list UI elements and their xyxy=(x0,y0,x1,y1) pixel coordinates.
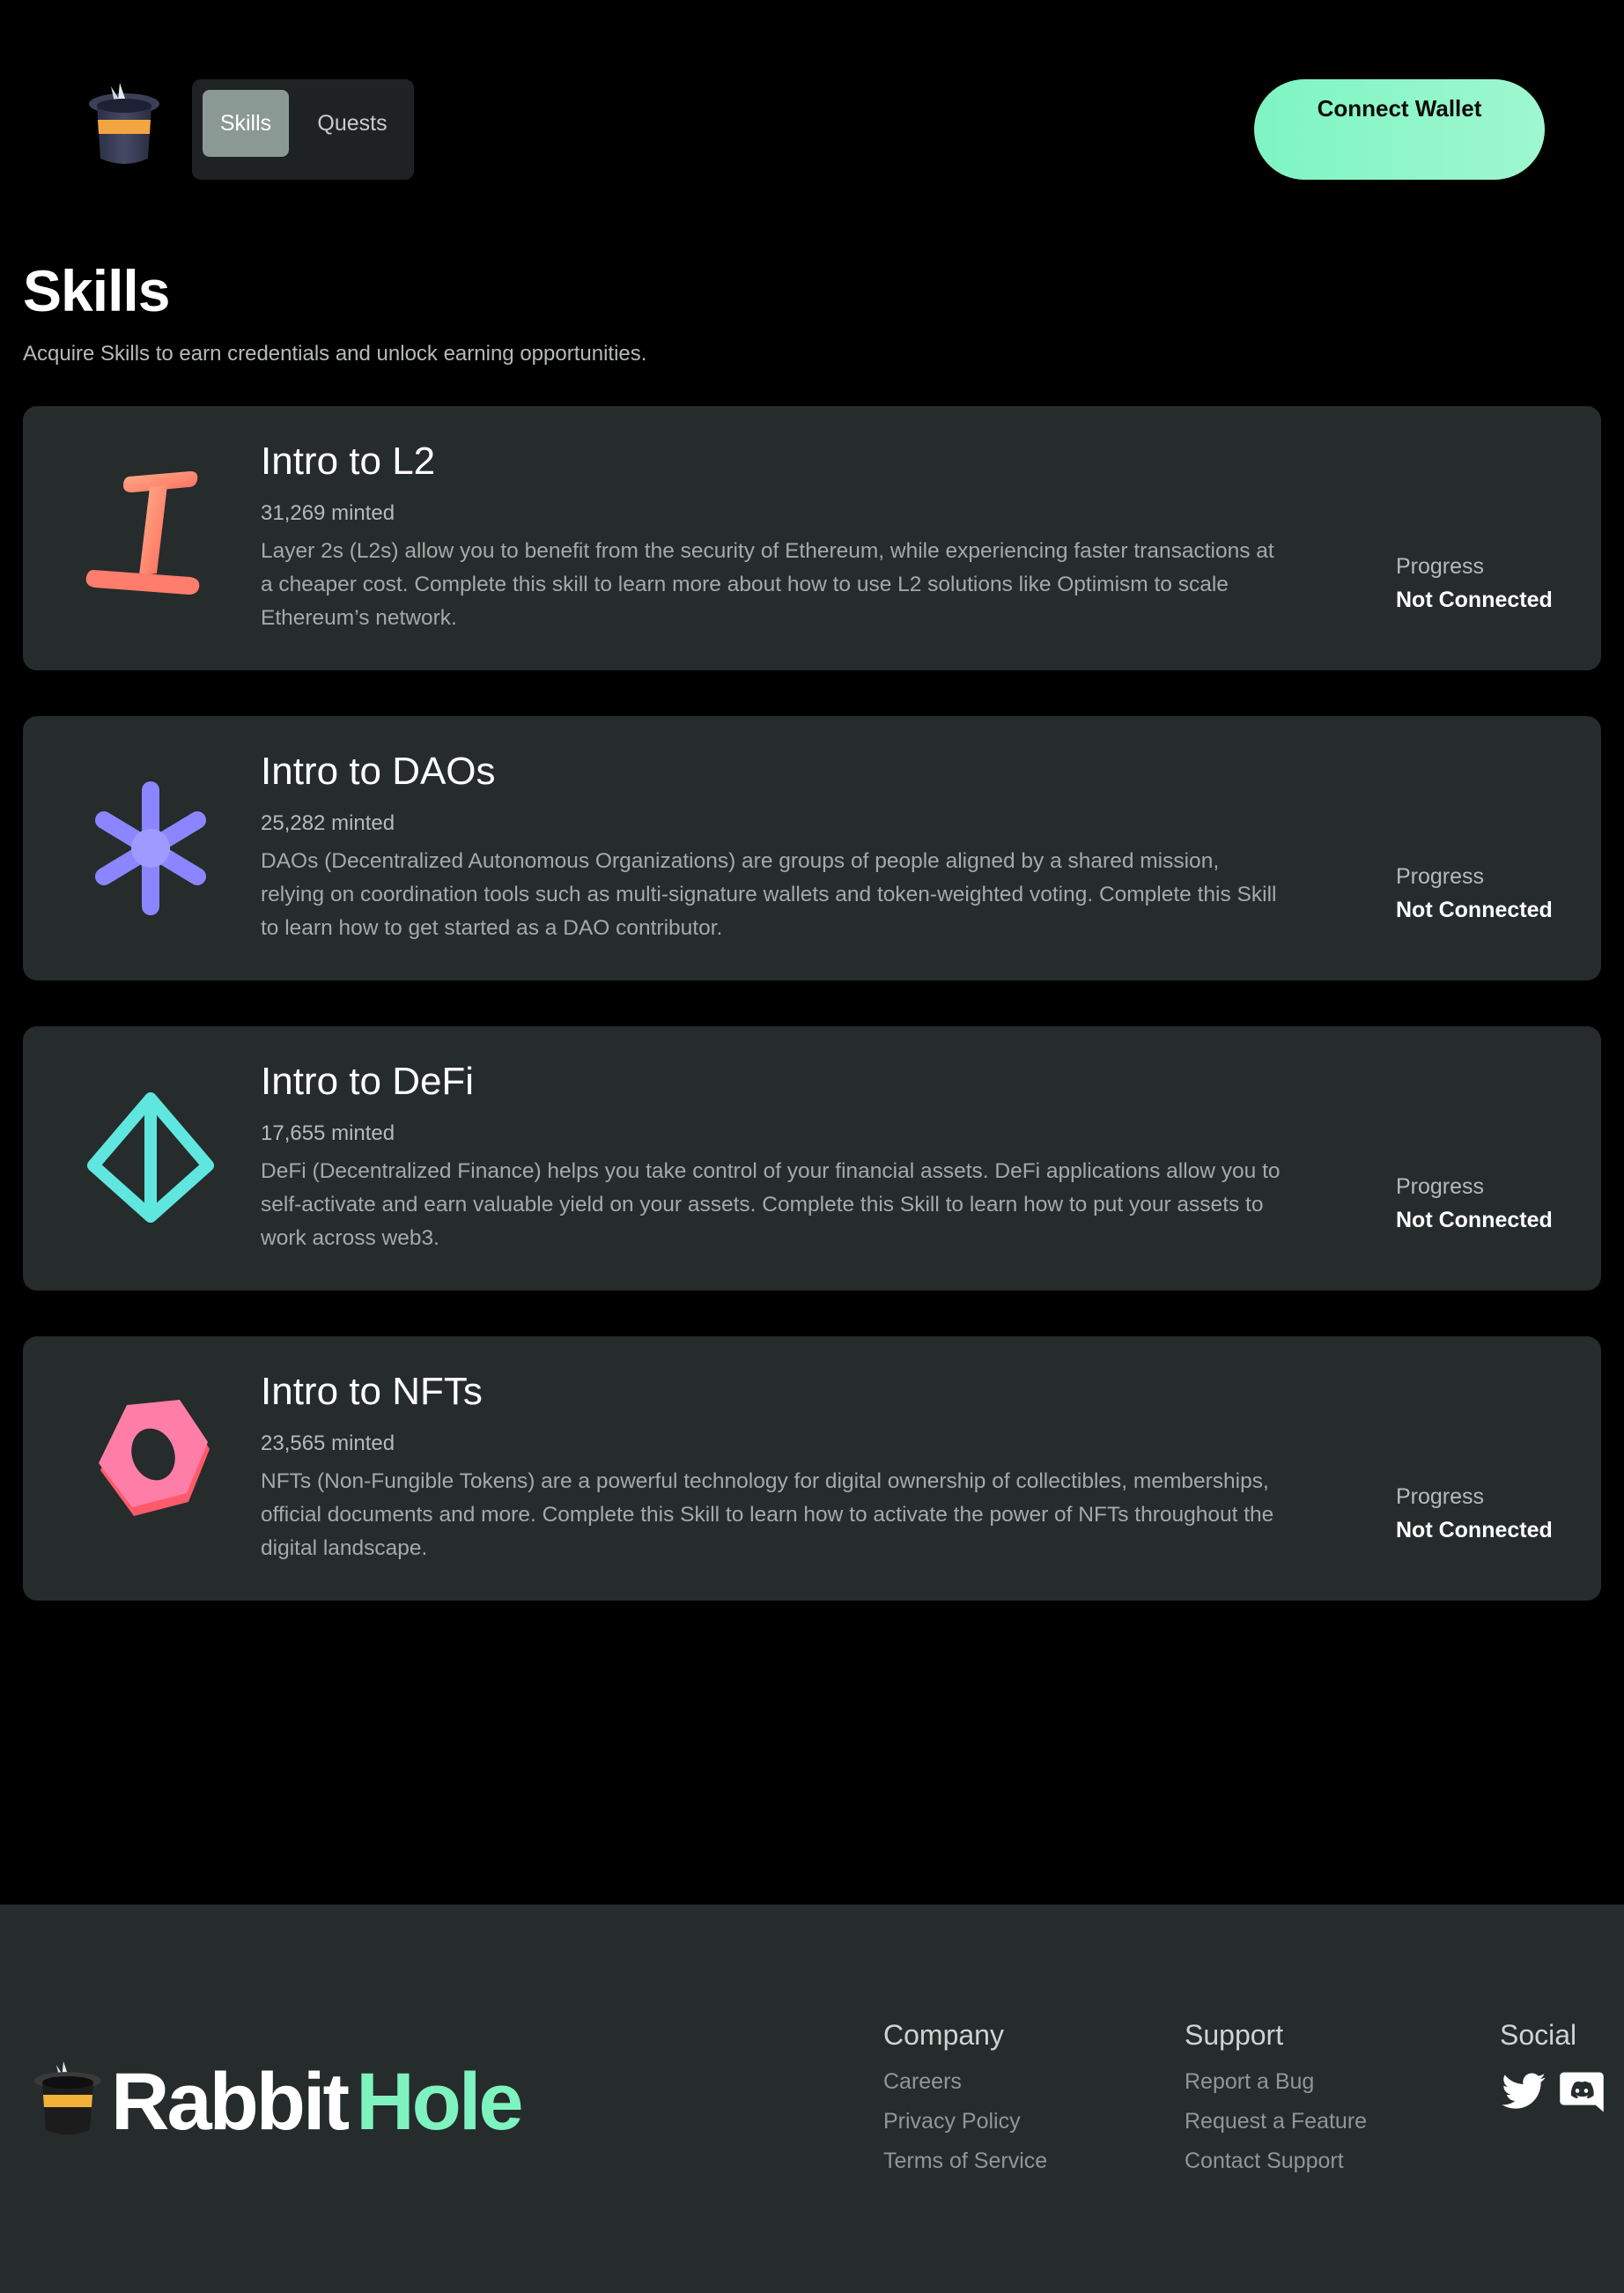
tab-quests[interactable]: Quests xyxy=(301,90,403,157)
page-subtitle: Acquire Skills to earn credentials and u… xyxy=(23,342,647,366)
nft-hex-nut-icon xyxy=(99,1400,210,1516)
connect-wallet-button[interactable]: Connect Wallet xyxy=(1254,79,1545,180)
footer-heading-social: Social xyxy=(1500,2019,1577,2051)
brand-part-hole: Hole xyxy=(356,2057,523,2147)
discord-icon[interactable] xyxy=(1558,2068,1606,2116)
skill-card-nfts[interactable]: Intro to NFTs 23,565 minted NFTs (Non-Fu… xyxy=(23,1336,1601,1601)
footer-support-column: Support Report a Bug Request a Feature C… xyxy=(1185,2019,1367,2181)
progress-label: Progress xyxy=(1396,554,1485,579)
minted-count: 17,655 minted xyxy=(261,1121,395,1145)
brand-wordmark: Rabbit Hole xyxy=(111,2057,524,2147)
footer: Rabbit Hole Company Careers Privacy Polic… xyxy=(0,1905,1624,2293)
twitter-icon[interactable] xyxy=(1500,2068,1547,2116)
privacy-policy-link[interactable]: Privacy Policy xyxy=(883,2102,1047,2141)
minted-count: 25,282 minted xyxy=(261,811,395,835)
progress-label: Progress xyxy=(1396,1484,1485,1509)
footer-company-column: Company Careers Privacy Policy Terms of … xyxy=(883,2019,1047,2181)
terms-of-service-link[interactable]: Terms of Service xyxy=(883,2141,1047,2181)
l2-beam-icon xyxy=(85,471,200,595)
skill-title: Intro to DAOs xyxy=(261,750,496,793)
footer-heading-company: Company xyxy=(883,2019,1004,2051)
progress-status: Not Connected xyxy=(1396,1518,1553,1542)
skill-card-defi[interactable]: Intro to DeFi 17,655 minted DeFi (Decent… xyxy=(23,1026,1601,1291)
progress-label: Progress xyxy=(1396,1174,1485,1199)
dao-jack-icon xyxy=(95,781,206,915)
skill-description: NFTs (Non-Fungible Tokens) are a powerfu… xyxy=(261,1469,1274,1560)
minted-count: 23,565 minted xyxy=(261,1431,395,1455)
progress-label: Progress xyxy=(1396,864,1485,889)
minted-count: 31,269 minted xyxy=(261,501,395,525)
footer-social-column: Social xyxy=(1500,2019,1604,2112)
skill-title: Intro to L2 xyxy=(261,440,436,483)
request-feature-link[interactable]: Request a Feature xyxy=(1185,2102,1367,2141)
skill-card-daos[interactable]: Intro to DAOs 25,282 minted DAOs (Decent… xyxy=(23,716,1601,980)
page-title: Skills xyxy=(23,258,170,323)
magic-hat-icon xyxy=(34,2061,101,2134)
skill-description: DeFi (Decentralized Finance) helps you t… xyxy=(261,1159,1281,1250)
skill-description: Layer 2s (L2s) allow you to benefit from… xyxy=(261,539,1274,630)
footer-heading-support: Support xyxy=(1185,2019,1284,2051)
progress-status: Not Connected xyxy=(1396,1208,1553,1232)
main-nav: Skills Quests xyxy=(192,79,414,180)
tab-skills[interactable]: Skills xyxy=(203,90,289,157)
magic-hat-logo-icon[interactable] xyxy=(85,81,164,169)
page: Skills Quests Connect Wallet Skills Acqu… xyxy=(0,0,1624,2293)
skill-title: Intro to DeFi xyxy=(261,1060,475,1103)
progress-status: Not Connected xyxy=(1396,898,1553,922)
skill-title: Intro to NFTs xyxy=(261,1370,483,1413)
progress-status: Not Connected xyxy=(1396,588,1553,612)
social-links xyxy=(1500,2068,1609,2118)
brand-part-rabbit: Rabbit xyxy=(111,2057,350,2147)
skill-description: DAOs (Decentralized Autonomous Organizat… xyxy=(261,849,1277,940)
top-bar: Skills Quests Connect Wallet xyxy=(0,0,1624,211)
contact-support-link[interactable]: Contact Support xyxy=(1185,2141,1367,2181)
report-bug-link[interactable]: Report a Bug xyxy=(1185,2062,1367,2102)
careers-link[interactable]: Careers xyxy=(883,2062,1047,2102)
skill-card-l2[interactable]: Intro to L2 31,269 minted Layer 2s (L2s)… xyxy=(23,406,1601,670)
defi-octahedron-icon xyxy=(87,1092,214,1223)
